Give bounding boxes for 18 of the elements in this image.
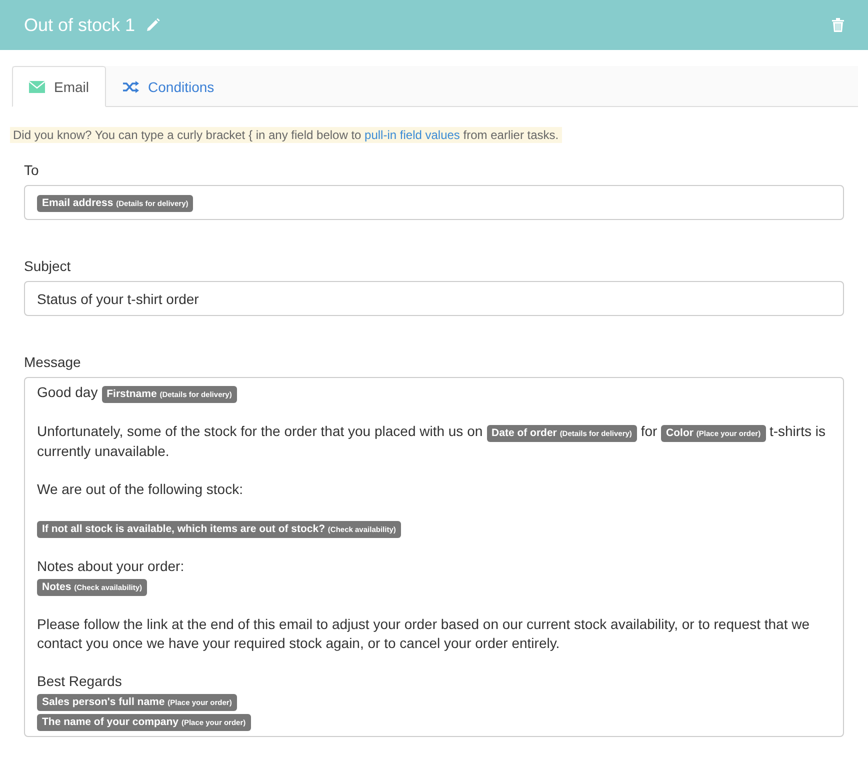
message-text: Please follow the link at the end of this email to adjust your order based on our current stock availability, or to request that we contact you once we have your required stock again, or to cancel your order entirely. — [37, 615, 810, 653]
field-label: Message — [24, 354, 82, 370]
tip-text: Did you know? You can type a curly bracket { in any field below to pull-in field values from earlier tasks. — [10, 127, 562, 143]
pull-in-link[interactable]: pull-in field values — [364, 128, 460, 142]
message-text: We are out of the following stock: — [37, 480, 244, 499]
field-label: To — [24, 162, 40, 178]
envelope-icon — [29, 80, 45, 92]
field-label: Subject — [24, 258, 72, 274]
message-text: Notes about your order: — [37, 557, 186, 576]
message-text: Best Regards — [37, 672, 123, 691]
shuffle-icon — [123, 80, 140, 92]
trash-icon[interactable] — [832, 18, 844, 32]
task-title: Out of stock 1 — [24, 14, 136, 36]
tab[interactable]: Email — [12, 66, 106, 107]
message-field[interactable] — [24, 377, 844, 737]
pencil-icon[interactable] — [146, 18, 160, 32]
tab[interactable]: Conditions — [106, 66, 232, 107]
subject-field[interactable]: Status of your t-shirt order — [24, 281, 844, 316]
